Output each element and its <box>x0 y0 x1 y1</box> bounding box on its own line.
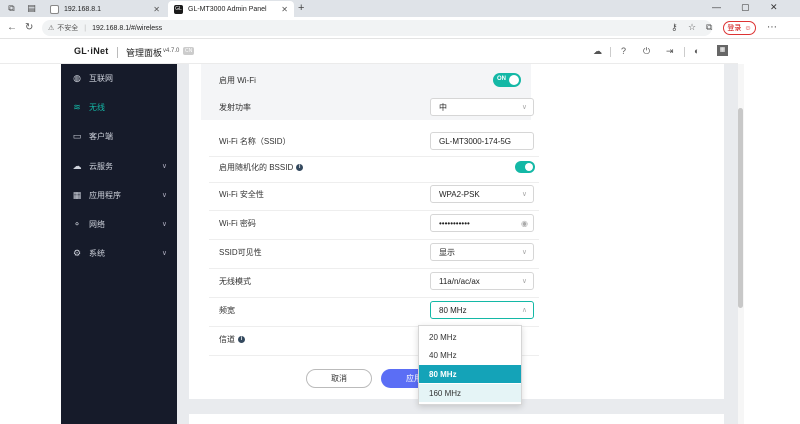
bandwidth-dropdown: 20 MHz 40 MHz 80 MHz 160 MHz <box>418 325 522 405</box>
chevron-up-icon: ∧ <box>521 307 527 314</box>
browser-tab-bar: ⧉ ▤ 192.168.8.1 ✕ GL GL-MT3000 Admin Pan… <box>0 0 800 17</box>
version-label: v4.7.0 <box>163 48 180 54</box>
system-icon: ⚙ <box>72 247 82 258</box>
chevron-down-icon: ∨ <box>521 104 527 111</box>
power-icon[interactable]: ⏻ <box>643 46 650 57</box>
security-select[interactable]: WPA2-PSK ∨ <box>430 185 534 203</box>
cancel-button[interactable]: 取消 <box>306 369 372 388</box>
logo: GL·iNet <box>74 46 109 56</box>
clients-icon: ▭ <box>72 130 82 141</box>
sidebar-item-system[interactable]: ⚙ 系统 ∨ <box>61 245 177 261</box>
divider <box>117 47 118 58</box>
sidebar-item-internet[interactable]: ◍ 互联网 <box>61 70 177 86</box>
cloud-icon[interactable]: ☁ <box>593 46 602 57</box>
tab-title: GL-MT3000 Admin Panel <box>188 5 267 13</box>
password-input[interactable]: ••••••••••• ◉ <box>430 214 534 232</box>
chevron-down-icon: ∨ <box>161 163 167 170</box>
sidebar-item-clients[interactable]: ▭ 客户端 <box>61 128 177 144</box>
app-header: GL·iNet 管理面板 v4.7.0 CN ☁ ? ⏻ ⇥ ◐ ▦ <box>0 40 738 64</box>
eye-icon[interactable]: ◉ <box>521 219 528 228</box>
chevron-down-icon: ∨ <box>521 249 527 256</box>
option-160mhz[interactable]: 160 MHz <box>419 384 521 402</box>
key-icon[interactable]: ⚷ <box>671 22 678 33</box>
ssid-visibility-select[interactable]: 显示 ∨ <box>430 243 534 261</box>
wireless-mode-select[interactable]: 11a/n/ac/ax ∨ <box>430 272 534 290</box>
chevron-down-icon: ∨ <box>161 221 167 228</box>
next-card <box>189 414 724 424</box>
option-20mhz[interactable]: 20 MHz <box>419 328 521 346</box>
close-window-icon[interactable]: ✕ <box>770 2 778 13</box>
maximize-icon[interactable]: ▢ <box>741 2 750 13</box>
sidebar: ◍ 互联网 ≋ 无线 ▭ 客户端 ☁ 云服务 ∨ ▦ 应用程序 ∨ ⚬ 网络 ∨… <box>61 64 177 424</box>
address-bar-row: ← ↻ ⚠ 不安全 | 192.168.8.1/#/wireless ⚷ ☆ ⧉… <box>0 17 800 39</box>
tx-power-select[interactable]: 中 ∨ <box>430 98 534 116</box>
more-icon[interactable]: ⋯ <box>767 22 777 33</box>
region-badge: CN <box>183 47 195 55</box>
profile-icon: ☺ <box>744 24 752 32</box>
back-icon[interactable]: ← <box>7 22 17 34</box>
browser-tab-2[interactable]: GL GL-MT3000 Admin Panel ✕ <box>168 1 294 17</box>
security-label: 不安全 <box>57 25 79 32</box>
sidebar-item-wireless[interactable]: ≋ 无线 <box>61 99 177 115</box>
qr-code-icon[interactable]: ▦ <box>717 45 728 56</box>
ssid-input[interactable]: GL-MT3000-174-5G <box>430 132 534 150</box>
scrollbar-thumb[interactable] <box>738 108 743 308</box>
login-button[interactable]: 登录 ☺ <box>723 21 756 35</box>
chevron-down-icon: ∨ <box>161 192 167 199</box>
sidebar-item-network[interactable]: ⚬ 网络 ∨ <box>61 216 177 232</box>
chevron-down-icon: ∨ <box>521 191 527 198</box>
favorite-icon[interactable]: ☆ <box>688 22 696 33</box>
sidebar-item-cloud[interactable]: ☁ 云服务 ∨ <box>61 158 177 174</box>
wifi-icon: ≋ <box>73 101 81 112</box>
option-40mhz[interactable]: 40 MHz <box>419 346 521 364</box>
info-icon[interactable]: i <box>296 163 304 171</box>
close-tab-icon[interactable]: ✕ <box>281 5 288 14</box>
random-bssid-row: 启用随机化的 BSSID i <box>219 157 719 177</box>
close-tab-icon[interactable]: ✕ <box>153 5 160 14</box>
bandwidth-select[interactable]: 80 MHz ∧ <box>430 301 534 319</box>
apps-icon: ▦ <box>72 189 82 200</box>
page-title: 管理面板 <box>126 48 163 58</box>
cloud-icon: ☁ <box>72 160 82 171</box>
tab-title: 192.168.8.1 <box>64 5 101 13</box>
workspaces-icon[interactable]: ⧉ <box>6 3 17 14</box>
collections-icon[interactable]: ⧉ <box>706 22 712 33</box>
url-field[interactable]: ⚠ 不安全 | 192.168.8.1/#/wireless <box>42 20 712 36</box>
chevron-down-icon: ∨ <box>521 278 527 285</box>
minimize-icon[interactable]: — <box>712 2 721 12</box>
logout-icon[interactable]: ⇥ <box>666 46 674 57</box>
refresh-icon[interactable]: ↻ <box>25 22 33 34</box>
warning-icon: ⚠ <box>48 25 55 32</box>
internet-icon: ◍ <box>73 72 81 83</box>
network-icon: ⚬ <box>73 218 81 229</box>
chevron-down-icon: ∨ <box>161 250 167 257</box>
theme-icon[interactable]: ◐ <box>694 46 699 56</box>
new-tab-icon[interactable]: + <box>298 2 304 14</box>
random-bssid-toggle[interactable] <box>515 161 535 173</box>
enable-wifi-row: 启用 Wi-Fi <box>219 75 256 85</box>
url-text: 192.168.8.1/#/wireless <box>92 24 163 32</box>
tab-list-icon[interactable]: ▤ <box>26 3 37 14</box>
page-icon <box>50 4 59 14</box>
option-80mhz[interactable]: 80 MHz <box>419 365 521 383</box>
info-icon[interactable]: i <box>238 335 245 343</box>
help-icon[interactable]: ? <box>621 46 626 56</box>
enable-wifi-toggle[interactable]: ON <box>493 73 521 87</box>
browser-tab-1[interactable]: 192.168.8.1 ✕ <box>44 1 166 17</box>
sidebar-item-apps[interactable]: ▦ 应用程序 ∨ <box>61 187 177 203</box>
gl-favicon-icon: GL <box>174 4 183 14</box>
